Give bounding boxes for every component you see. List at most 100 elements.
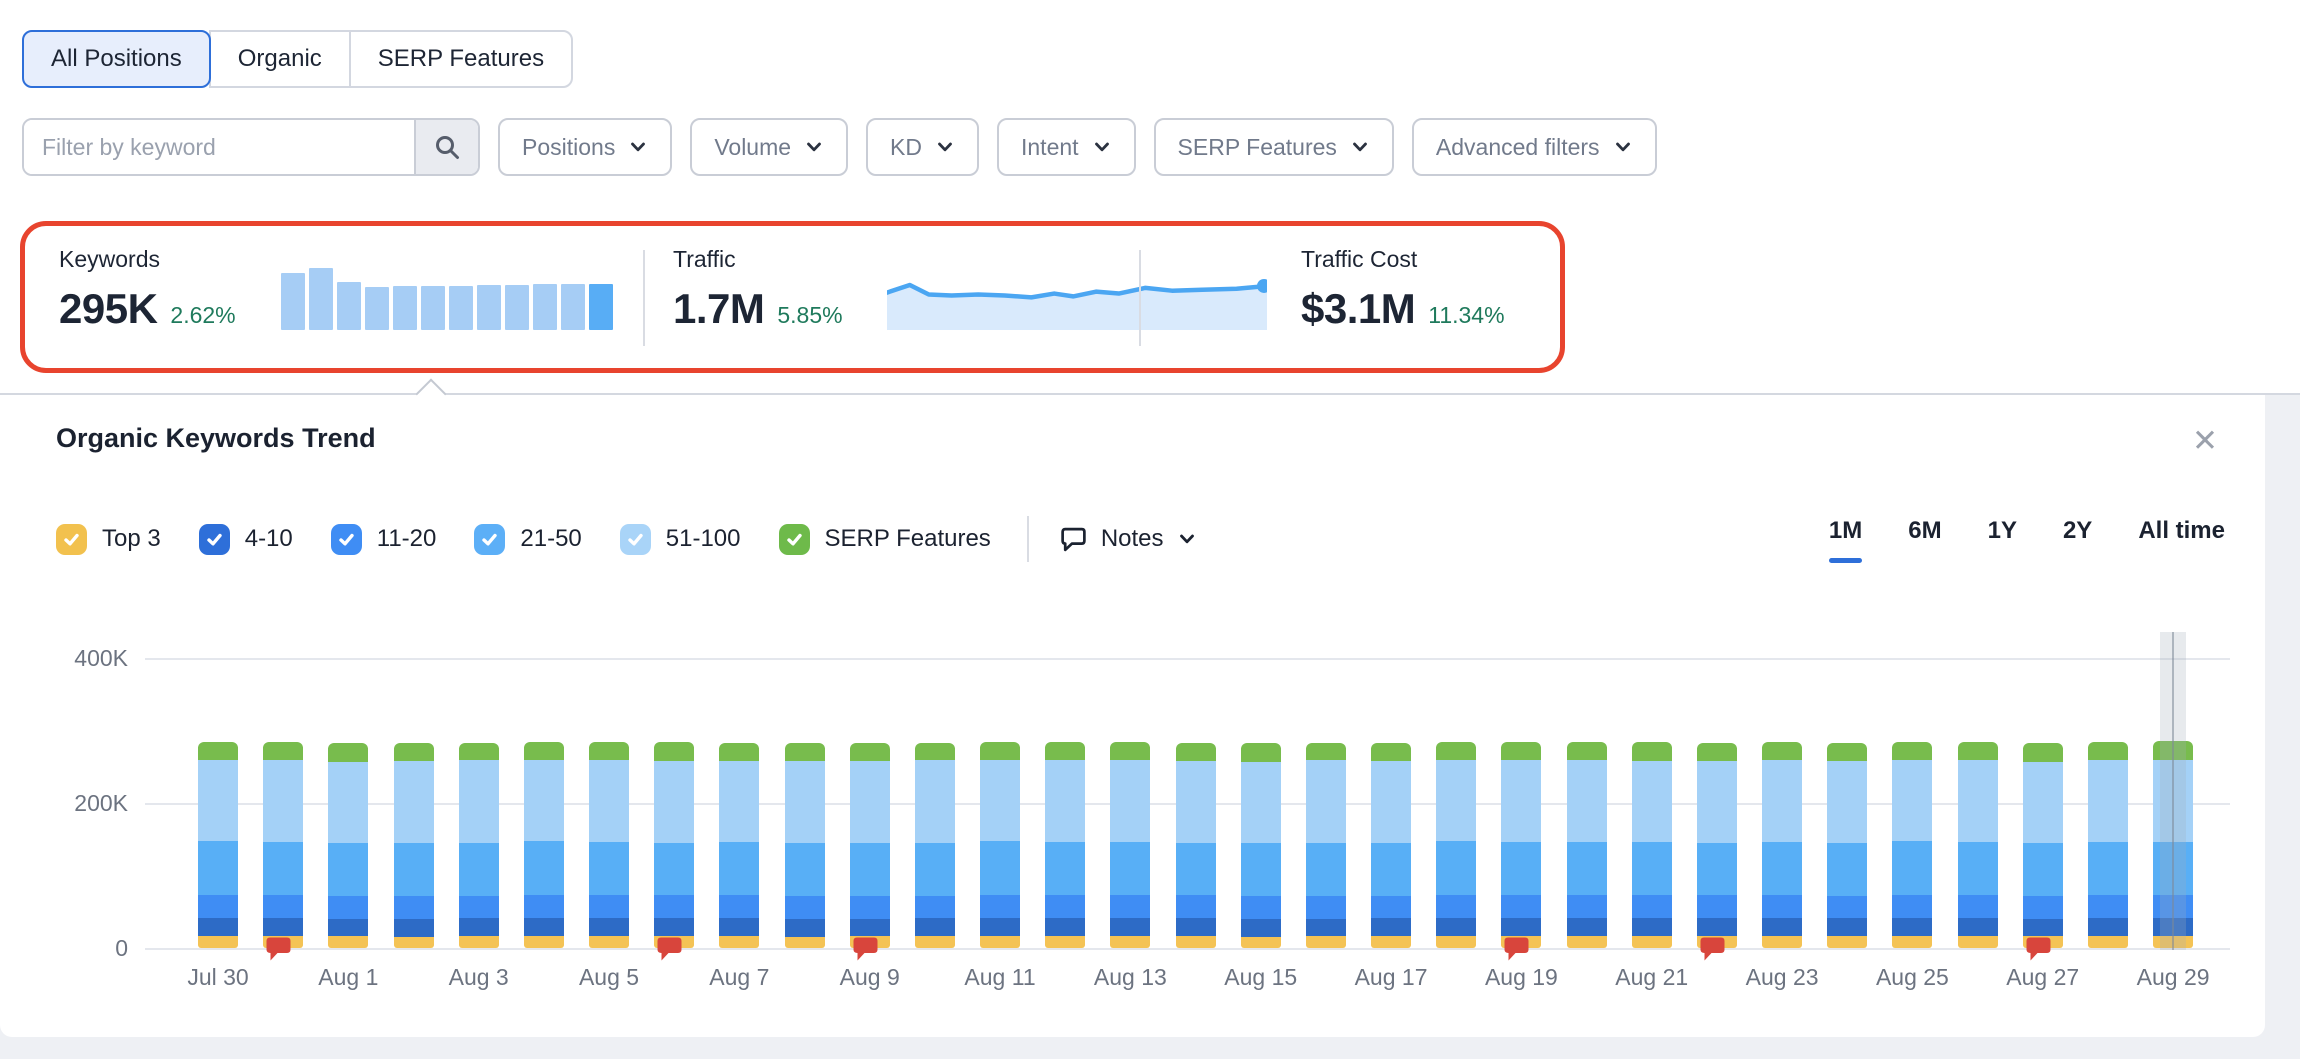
- segment-51-100: [785, 761, 825, 843]
- filter-volume[interactable]: Volume: [690, 118, 848, 176]
- segment-4-10: [2023, 919, 2063, 936]
- legend-checkbox-top-3[interactable]: [56, 524, 87, 555]
- x-axis-label: Aug 29: [2137, 964, 2210, 991]
- segment-top-3: [1958, 936, 1998, 948]
- segment-21-50: [1892, 841, 1932, 895]
- x-axis-label: Aug 13: [1094, 964, 1167, 991]
- note-flag-icon: [265, 936, 292, 965]
- bar-aug-15[interactable]: [1241, 743, 1281, 948]
- legend-21-50[interactable]: 21-50: [474, 524, 581, 555]
- bar-aug-12[interactable]: [1045, 742, 1085, 948]
- bar-jul-30[interactable]: [198, 742, 238, 948]
- traffic-cost-metric-card[interactable]: Traffic Cost $3.1M 11.34%: [1301, 246, 1505, 333]
- bar-aug-7[interactable]: [719, 743, 759, 948]
- legend-checkbox-11-20[interactable]: [331, 524, 362, 555]
- segment-11-20: [1045, 895, 1085, 918]
- segment-top-3: [1371, 936, 1411, 948]
- segment-11-20: [1697, 895, 1737, 918]
- segment-serp-features: [1501, 742, 1541, 760]
- filter-intent[interactable]: Intent: [997, 118, 1136, 176]
- range-tab-6m[interactable]: 6M: [1908, 517, 1941, 563]
- legend-top-3[interactable]: Top 3: [56, 524, 161, 555]
- search-button[interactable]: [414, 120, 478, 174]
- bar-aug-23[interactable]: [1762, 742, 1802, 948]
- bar-aug-21[interactable]: [1632, 742, 1672, 948]
- legend-51-100[interactable]: 51-100: [620, 524, 741, 555]
- tab-organic[interactable]: Organic: [209, 30, 351, 88]
- filter-serp-features[interactable]: SERP Features: [1154, 118, 1394, 176]
- note-flag-aug-19[interactable]: [1503, 936, 1530, 965]
- segment-11-20: [1958, 895, 1998, 918]
- legend-serp-features[interactable]: SERP Features: [779, 524, 991, 555]
- card-divider: [643, 250, 645, 346]
- bar-aug-4[interactable]: [524, 742, 564, 948]
- mini-bar: [533, 284, 557, 330]
- bar-aug-26[interactable]: [1958, 742, 1998, 948]
- note-flag-jul-31[interactable]: [265, 936, 292, 965]
- legend-label: SERP Features: [825, 525, 991, 553]
- bar-aug-14[interactable]: [1176, 743, 1216, 948]
- filter-label: SERP Features: [1178, 134, 1337, 161]
- segment-21-50: [980, 841, 1020, 895]
- traffic-cost-change: 11.34%: [1428, 302, 1504, 329]
- bar-aug-5[interactable]: [589, 742, 629, 948]
- bar-aug-9[interactable]: [850, 743, 890, 948]
- bar-aug-10[interactable]: [915, 743, 955, 948]
- bar-aug-16[interactable]: [1306, 743, 1346, 948]
- filter-kd[interactable]: KD: [866, 118, 979, 176]
- range-tab-2y[interactable]: 2Y: [2063, 517, 2092, 563]
- legend-11-20[interactable]: 11-20: [331, 524, 437, 555]
- filter-advanced-filters[interactable]: Advanced filters: [1412, 118, 1657, 176]
- range-tab-1y[interactable]: 1Y: [1988, 517, 2017, 563]
- x-axis-label: Aug 15: [1224, 964, 1297, 991]
- bar-aug-18[interactable]: [1436, 742, 1476, 948]
- note-flag-aug-22[interactable]: [1699, 936, 1726, 965]
- note-flag-aug-9[interactable]: [852, 936, 879, 965]
- bar-aug-6[interactable]: [654, 742, 694, 948]
- legend-checkbox-51-100[interactable]: [620, 524, 651, 555]
- tab-all-positions[interactable]: All Positions: [22, 30, 211, 88]
- bar-aug-28[interactable]: [2088, 742, 2128, 948]
- keyword-filter-input[interactable]: [24, 120, 414, 174]
- segment-51-100: [915, 760, 955, 843]
- search-icon: [432, 132, 462, 162]
- bar-aug-17[interactable]: [1371, 743, 1411, 948]
- note-flag-aug-6[interactable]: [656, 936, 683, 965]
- keywords-metric-card[interactable]: Keywords 295K 2.62%: [59, 246, 236, 333]
- note-flag-icon: [1503, 936, 1530, 965]
- bar-aug-13[interactable]: [1110, 742, 1150, 948]
- bar-aug-25[interactable]: [1892, 742, 1932, 948]
- bar-aug-11[interactable]: [980, 742, 1020, 948]
- segment-51-100: [1827, 761, 1867, 843]
- legend-checkbox-4-10[interactable]: [199, 524, 230, 555]
- notes-dropdown[interactable]: Notes: [1059, 525, 1197, 554]
- bar-aug-3[interactable]: [459, 743, 499, 948]
- segment-21-50: [719, 842, 759, 895]
- note-flag-aug-27[interactable]: [2025, 936, 2052, 965]
- range-tab-all-time[interactable]: All time: [2138, 517, 2225, 563]
- bar-aug-20[interactable]: [1567, 742, 1607, 948]
- bar-aug-2[interactable]: [394, 743, 434, 948]
- traffic-cost-label: Traffic Cost: [1301, 246, 1505, 273]
- legend-checkbox-21-50[interactable]: [474, 524, 505, 555]
- bar-aug-1[interactable]: [328, 743, 368, 948]
- bar-aug-27[interactable]: [2023, 743, 2063, 948]
- legend-checkbox-serp-features[interactable]: [779, 524, 810, 555]
- bar-aug-22[interactable]: [1697, 743, 1737, 948]
- x-axis-label: Aug 25: [1876, 964, 1949, 991]
- bar-jul-31[interactable]: [263, 742, 303, 948]
- tab-serp-features[interactable]: SERP Features: [349, 30, 573, 88]
- close-icon[interactable]: ✕: [2192, 425, 2218, 456]
- segment-4-10: [654, 918, 694, 936]
- segment-serp-features: [1045, 742, 1085, 760]
- segment-51-100: [1241, 762, 1281, 843]
- bar-aug-8[interactable]: [785, 743, 825, 948]
- segment-top-3: [785, 937, 825, 948]
- bar-aug-19[interactable]: [1501, 742, 1541, 948]
- legend-4-10[interactable]: 4-10: [199, 524, 293, 555]
- filter-positions[interactable]: Positions: [498, 118, 672, 176]
- bar-aug-24[interactable]: [1827, 743, 1867, 948]
- range-tab-1m[interactable]: 1M: [1829, 517, 1862, 563]
- traffic-metric-card[interactable]: Traffic 1.7M 5.85%: [673, 246, 843, 333]
- segment-4-10: [1567, 918, 1607, 936]
